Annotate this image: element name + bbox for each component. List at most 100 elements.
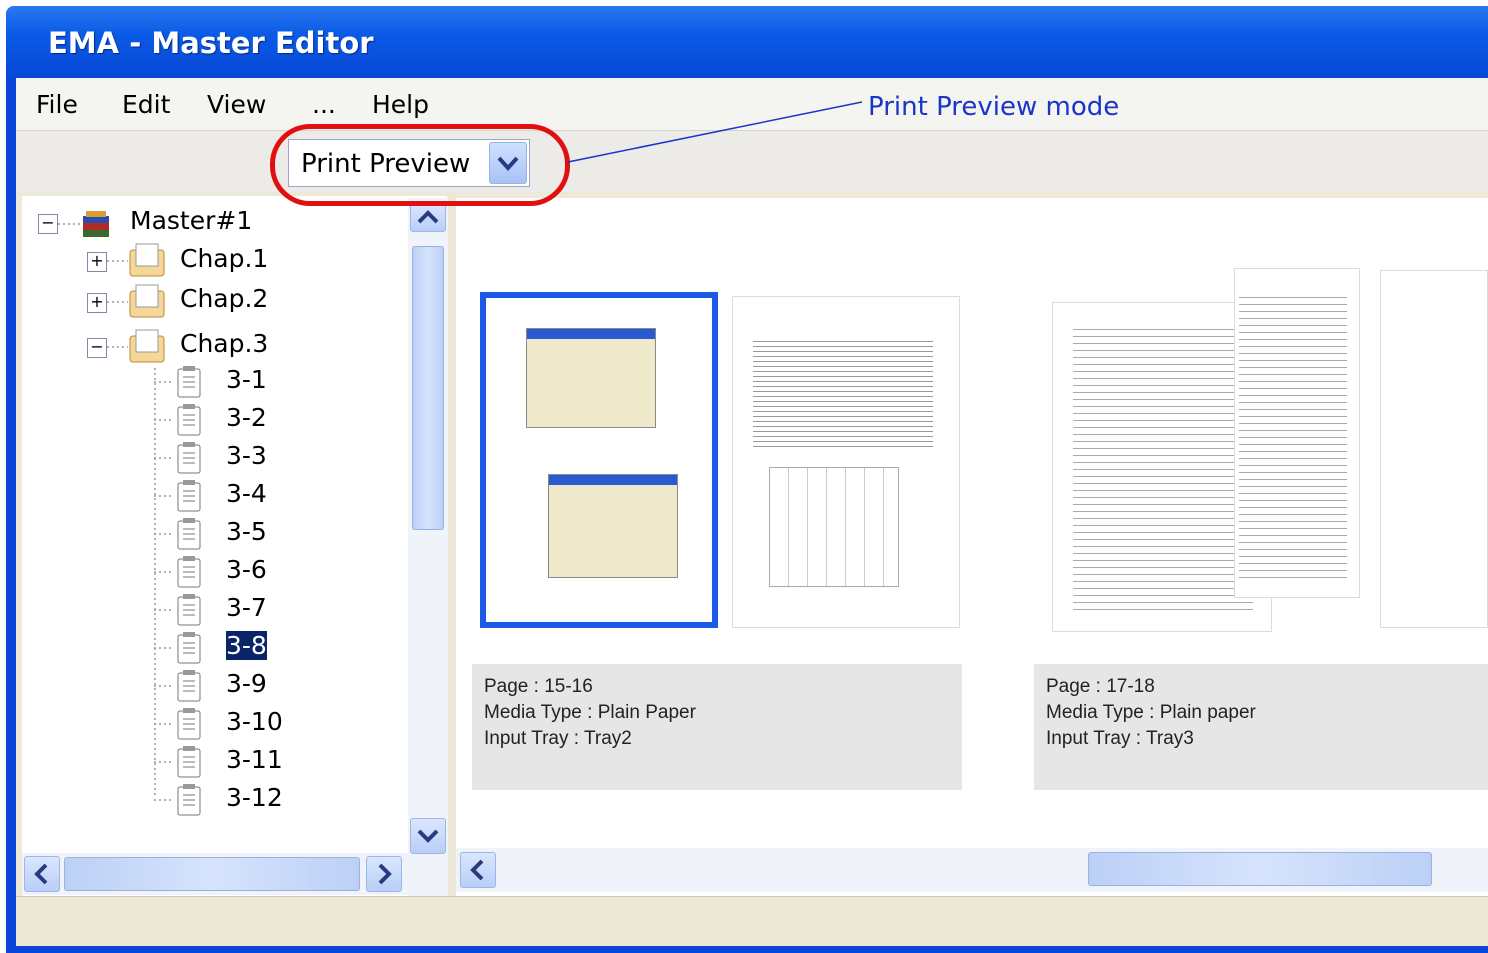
scroll-left-button[interactable] (24, 856, 60, 892)
table-figure (1239, 291, 1347, 581)
preview-caption-17-18: Page : 17-18 Media Type : Plain paper In… (1034, 664, 1488, 790)
section-document-icon (177, 746, 201, 778)
tree-section-item[interactable]: 3-3 (226, 441, 267, 470)
status-bar (16, 896, 1488, 946)
section-document-icon (177, 670, 201, 702)
tree-section-item[interactable]: 3-1 (226, 365, 267, 394)
tree-section-item[interactable]: 3-11 (226, 745, 283, 774)
caption-media-type: Media Type : Plain paper (1046, 702, 1256, 723)
tree-root-master[interactable]: Master#1 (130, 206, 252, 235)
page-thumbnail-next[interactable] (1380, 270, 1488, 628)
tree-section-label: 3-1 (226, 365, 267, 394)
tree-section-label: 3-11 (226, 745, 283, 774)
scroll-up-button[interactable] (410, 202, 446, 232)
scroll-down-button[interactable] (410, 818, 446, 854)
window-title: EMA - Master Editor (48, 26, 374, 60)
document-tree: − Master#1 + Chap.1 + Chap.2 − Chap.3 3-… (22, 196, 447, 896)
scroll-right-button[interactable] (366, 856, 402, 892)
tree-chapter-3[interactable]: Chap.3 (180, 329, 268, 358)
preview-caption-15-16: Page : 15-16 Media Type : Plain Paper In… (472, 664, 962, 790)
menu-file[interactable]: File (36, 90, 78, 119)
tree-section-item[interactable]: 3-6 (226, 555, 267, 584)
tree-chapter-1[interactable]: Chap.1 (180, 244, 268, 273)
section-document-icon (177, 518, 201, 550)
print-preview-area: Page : 15-16 Media Type : Plain Paper In… (456, 198, 1488, 896)
section-document-icon (177, 442, 201, 474)
tree-connector (154, 571, 174, 573)
tree-section-item[interactable]: 3-5 (226, 517, 267, 546)
menu-more[interactable]: ... (312, 90, 336, 119)
preview-horizontal-scrollbar[interactable] (456, 848, 1488, 892)
menu-help[interactable]: Help (372, 90, 429, 119)
page-thumbnail-18[interactable] (1234, 268, 1360, 598)
tree-section-item[interactable]: 3-10 (226, 707, 283, 736)
section-document-icon (177, 632, 201, 664)
tree-section-label: 3-5 (226, 517, 267, 546)
tree-connector (154, 609, 174, 611)
page-thumbnail-16[interactable] (732, 296, 960, 628)
tree-section-label: 3-7 (226, 593, 267, 622)
tree-connector (154, 723, 174, 725)
tree-section-item[interactable]: 3-4 (226, 479, 267, 508)
collapse-icon[interactable]: − (38, 214, 58, 234)
tree-section-label: 3-8 (226, 631, 267, 660)
master-stack-icon (83, 211, 109, 237)
tree-section-item[interactable]: 3-2 (226, 403, 267, 432)
title-bar: EMA - Master Editor (6, 6, 1488, 78)
chevron-up-icon (417, 210, 439, 224)
tree-connector (154, 457, 174, 459)
tree-section-label: 3-12 (226, 783, 283, 812)
toolbar: Print Preview (16, 130, 1488, 192)
client-area: File Edit View ... Help Print Preview − … (16, 78, 1488, 946)
scroll-left-button[interactable] (460, 852, 496, 888)
chevron-left-icon (470, 859, 484, 881)
tree-connector (154, 685, 174, 687)
tree-section-label: 3-4 (226, 479, 267, 508)
app-window: EMA - Master Editor File Edit View ... H… (6, 6, 1488, 953)
caption-page: Page : 17-18 (1046, 676, 1155, 697)
tree-connector (154, 799, 174, 801)
tree-root-label: Master#1 (130, 206, 253, 235)
collapse-icon[interactable]: − (87, 338, 107, 358)
table-figure (753, 337, 933, 447)
chevron-right-icon (378, 863, 392, 885)
chapter-folder-icon (129, 284, 165, 318)
tree-section-item[interactable]: 3-9 (226, 669, 267, 698)
tree-hscroll-thumb[interactable] (64, 857, 360, 891)
expand-icon[interactable]: + (87, 293, 107, 313)
tree-chapter-2[interactable]: Chap.2 (180, 284, 268, 313)
tree-section-item[interactable]: 3-7 (226, 593, 267, 622)
section-document-icon (177, 480, 201, 512)
tree-section-label: 3-2 (226, 403, 267, 432)
preview-hscroll-thumb[interactable] (1088, 852, 1432, 886)
section-document-icon (177, 404, 201, 436)
caption-page: Page : 15-16 (484, 676, 593, 697)
tree-section-item[interactable]: 3-8 (226, 631, 267, 660)
tree-section-label: 3-3 (226, 441, 267, 470)
tree-horizontal-scrollbar[interactable] (22, 853, 408, 895)
tree-section-label: 3-6 (226, 555, 267, 584)
tree-section-item[interactable]: 3-12 (226, 783, 283, 812)
expand-icon[interactable]: + (87, 252, 107, 272)
page-thumbnail-15[interactable] (480, 292, 718, 628)
tree-section-label: 3-9 (226, 669, 267, 698)
tree-section-label: 3-10 (226, 707, 283, 736)
table-figure (1073, 323, 1253, 613)
menu-view[interactable]: View (207, 90, 266, 119)
tree-vertical-scrollbar[interactable] (408, 198, 448, 898)
section-document-icon (177, 594, 201, 626)
chevron-down-icon (417, 829, 439, 843)
tree-connector (154, 533, 174, 535)
tree-connector (154, 419, 174, 421)
section-document-icon (177, 708, 201, 740)
tree-connector (154, 381, 174, 383)
tree-connector (154, 647, 174, 649)
section-document-icon (177, 366, 201, 398)
screenshot-figure (526, 328, 656, 428)
annotation-label: Print Preview mode (868, 92, 1120, 122)
tree-connector (154, 761, 174, 763)
tree-scroll-thumb[interactable] (412, 246, 444, 530)
tree-connector (154, 495, 174, 497)
menu-edit[interactable]: Edit (122, 90, 170, 119)
section-document-icon (177, 556, 201, 588)
